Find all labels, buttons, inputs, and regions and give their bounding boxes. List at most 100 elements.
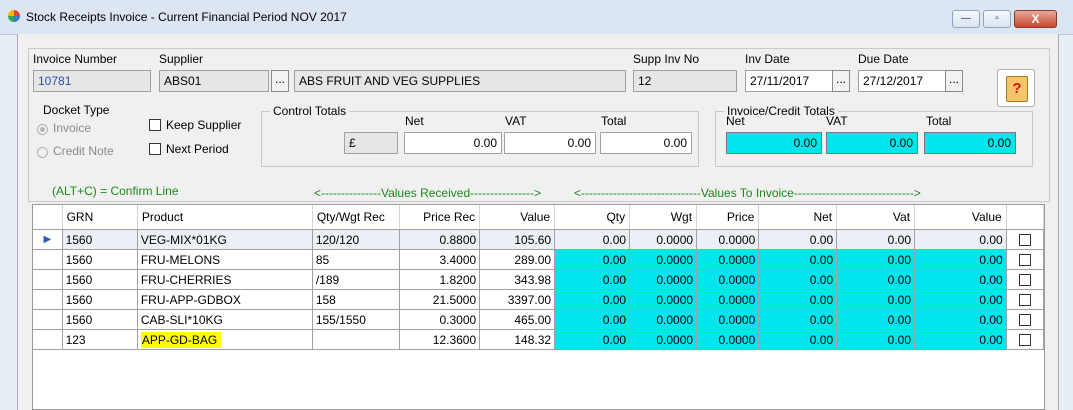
value-cell[interactable]: 0.00 [914, 309, 1007, 330]
product-cell[interactable]: CAB-SLI*10KG [137, 309, 313, 330]
col-price[interactable]: Price [696, 205, 760, 230]
value-cell[interactable]: 0.00 [914, 269, 1007, 290]
col-qty[interactable]: Qty [554, 205, 631, 230]
product-cell[interactable]: VEG-MIX*01KG [137, 229, 313, 250]
value-cell[interactable]: 0.00 [914, 249, 1007, 270]
table-row[interactable]: 123 APP-GD-BAG 12.3600 148.32 0.00 0.000… [33, 329, 1044, 350]
vat-cell[interactable]: 0.00 [836, 269, 916, 290]
product-cell[interactable]: FRU-APP-GDBOX [137, 289, 313, 310]
value-rec-cell[interactable]: 343.98 [479, 269, 556, 290]
vat-cell[interactable]: 0.00 [836, 309, 916, 330]
qty-rec-cell[interactable]: 120/120 [312, 229, 400, 250]
price-rec-cell[interactable]: 0.3000 [399, 309, 481, 330]
qty-rec-cell[interactable]: /189 [312, 269, 400, 290]
vat-cell[interactable]: 0.00 [836, 289, 916, 310]
value-rec-cell[interactable]: 465.00 [479, 309, 556, 330]
close-button[interactable]: X [1014, 10, 1057, 28]
value-rec-cell[interactable]: 105.60 [479, 229, 556, 250]
col-product[interactable]: Product [137, 205, 313, 230]
qty-cell[interactable]: 0.00 [554, 309, 631, 330]
qty-cell[interactable]: 0.00 [554, 229, 631, 250]
supplier-lookup-button[interactable]: ... [271, 70, 289, 92]
qty-rec-cell[interactable]: 158 [312, 289, 400, 310]
confirm-checkbox[interactable] [1018, 254, 1031, 267]
table-row[interactable]: 1560 FRU-APP-GDBOX 158 21.5000 3397.00 0… [33, 289, 1044, 310]
price-rec-cell[interactable]: 1.8200 [399, 269, 481, 290]
grn-cell[interactable]: 1560 [62, 249, 138, 270]
price-rec-cell[interactable]: 0.8800 [399, 229, 481, 250]
wgt-cell[interactable]: 0.0000 [629, 309, 698, 330]
price-rec-cell[interactable]: 12.3600 [399, 329, 481, 350]
product-cell[interactable]: APP-GD-BAG [137, 329, 313, 350]
col-value-rec[interactable]: Value [479, 205, 556, 230]
net-cell[interactable]: 0.00 [758, 269, 838, 290]
wgt-cell[interactable]: 0.0000 [629, 269, 698, 290]
col-value[interactable]: Value [914, 205, 1007, 230]
grn-cell[interactable]: 1560 [62, 289, 138, 310]
product-cell[interactable]: FRU-MELONS [137, 249, 313, 270]
next-period-checkbox[interactable] [149, 143, 161, 155]
value-rec-cell[interactable]: 3397.00 [479, 289, 556, 310]
col-vat[interactable]: Vat [836, 205, 916, 230]
invoice-radio[interactable] [37, 124, 48, 135]
confirm-checkbox[interactable] [1018, 234, 1031, 247]
col-qty-wgt-rec[interactable]: Qty/Wgt Rec [312, 205, 400, 230]
price-cell[interactable]: 0.0000 [696, 269, 760, 290]
supplier-code-field[interactable]: ABS01 [159, 70, 269, 92]
table-row[interactable]: 1560 CAB-SLI*10KG 155/1550 0.3000 465.00… [33, 309, 1044, 330]
qty-cell[interactable]: 0.00 [554, 269, 631, 290]
grn-cell[interactable]: 1560 [62, 229, 138, 250]
confirm-checkbox[interactable] [1018, 294, 1031, 307]
due-date-picker-button[interactable]: ... [945, 70, 963, 92]
qty-rec-cell[interactable] [312, 329, 400, 350]
value-rec-cell[interactable]: 289.00 [479, 249, 556, 270]
keep-supplier-checkbox[interactable] [149, 119, 161, 131]
control-vat-field[interactable]: 0.00 [504, 132, 596, 154]
qty-rec-cell[interactable]: 85 [312, 249, 400, 270]
col-wgt[interactable]: Wgt [629, 205, 698, 230]
help-button[interactable]: ? [997, 69, 1035, 107]
vat-cell[interactable]: 0.00 [836, 329, 916, 350]
grn-cell[interactable]: 1560 [62, 269, 138, 290]
price-cell[interactable]: 0.0000 [696, 309, 760, 330]
control-net-field[interactable]: 0.00 [404, 132, 502, 154]
confirm-checkbox[interactable] [1018, 274, 1031, 287]
net-cell[interactable]: 0.00 [758, 329, 838, 350]
price-rec-cell[interactable]: 21.5000 [399, 289, 481, 310]
price-cell[interactable]: 0.0000 [696, 329, 760, 350]
value-cell[interactable]: 0.00 [914, 229, 1007, 250]
value-cell[interactable]: 0.00 [914, 289, 1007, 310]
inv-date-picker-button[interactable]: ... [832, 70, 850, 92]
wgt-cell[interactable]: 0.0000 [629, 329, 698, 350]
value-rec-cell[interactable]: 148.32 [479, 329, 556, 350]
value-cell[interactable]: 0.00 [914, 329, 1007, 350]
net-cell[interactable]: 0.00 [758, 229, 838, 250]
confirm-checkbox[interactable] [1018, 334, 1031, 347]
wgt-cell[interactable]: 0.0000 [629, 229, 698, 250]
wgt-cell[interactable]: 0.0000 [629, 249, 698, 270]
col-net[interactable]: Net [758, 205, 838, 230]
table-row[interactable]: ▶ 1560 VEG-MIX*01KG 120/120 0.8800 105.6… [33, 229, 1044, 250]
credit-note-radio[interactable] [37, 147, 48, 158]
supp-inv-no-field[interactable]: 12 [633, 70, 737, 92]
product-cell[interactable]: FRU-CHERRIES [137, 269, 313, 290]
control-total-field[interactable]: 0.00 [600, 132, 692, 154]
qty-rec-cell[interactable]: 155/1550 [312, 309, 400, 330]
price-cell[interactable]: 0.0000 [696, 249, 760, 270]
due-date-field[interactable]: 27/12/2017 [858, 70, 948, 92]
table-row[interactable]: 1560 FRU-MELONS 85 3.4000 289.00 0.00 0.… [33, 249, 1044, 270]
minimize-button[interactable]: — [952, 10, 980, 28]
col-price-rec[interactable]: Price Rec [399, 205, 481, 230]
grn-cell[interactable]: 1560 [62, 309, 138, 330]
inv-date-field[interactable]: 27/11/2017 [745, 70, 835, 92]
qty-cell[interactable]: 0.00 [554, 329, 631, 350]
table-row[interactable]: 1560 FRU-CHERRIES /189 1.8200 343.98 0.0… [33, 269, 1044, 290]
wgt-cell[interactable]: 0.0000 [629, 289, 698, 310]
price-cell[interactable]: 0.0000 [696, 229, 760, 250]
confirm-checkbox[interactable] [1018, 314, 1031, 327]
qty-cell[interactable]: 0.00 [554, 289, 631, 310]
maximize-button[interactable]: ▫ [983, 10, 1011, 28]
net-cell[interactable]: 0.00 [758, 309, 838, 330]
vat-cell[interactable]: 0.00 [836, 249, 916, 270]
net-cell[interactable]: 0.00 [758, 289, 838, 310]
